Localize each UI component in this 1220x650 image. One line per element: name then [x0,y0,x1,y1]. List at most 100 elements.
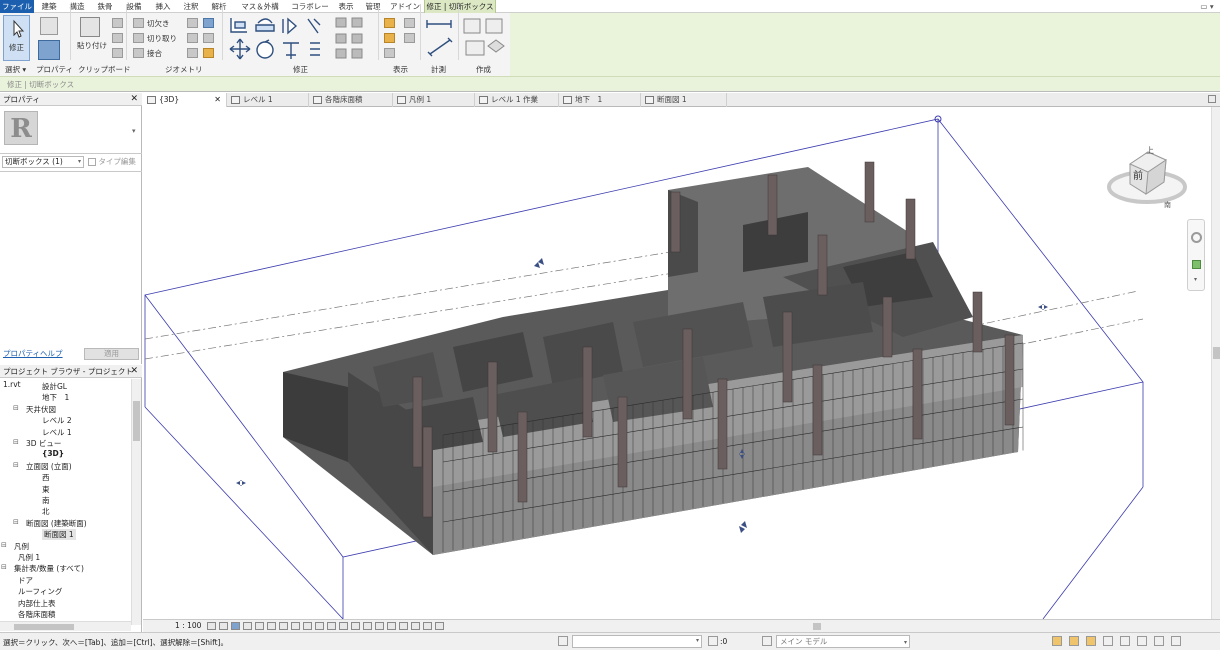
zoom-icon[interactable] [1192,260,1201,269]
geometry-tool-icon[interactable] [187,33,198,43]
view-control-icon[interactable] [255,622,264,630]
view-tab[interactable]: 断面図 1 [641,93,727,107]
paint-icon[interactable] [203,48,214,58]
apply-button[interactable]: 適用 [84,348,139,360]
chevron-down-icon[interactable]: ▾ [1194,276,1197,283]
design-option-dropdown[interactable]: メイン モデル ▾ [776,635,910,648]
tab-steel[interactable]: 鉄骨 [92,0,118,13]
tree-toggle-icon[interactable]: ⊟ [13,438,19,446]
view-control-icon[interactable] [207,622,216,630]
tab-annotate[interactable]: 注釈 [178,0,204,13]
tree-toggle-icon[interactable]: ⊟ [1,563,7,571]
view-control-icon[interactable] [279,622,288,630]
browser-tree-item[interactable]: 断面図 (建築断面) [26,518,87,529]
chevron-down-icon[interactable]: ▾ [132,127,136,135]
edit-type-button[interactable]: タイプ編集 [88,156,136,167]
filter-count-icon[interactable] [708,636,718,646]
paste-label[interactable]: 貼り付け [77,40,107,51]
viewcube[interactable]: 上 前 南 [1106,142,1188,212]
steering-wheel-icon[interactable] [1191,232,1202,243]
measure-icon[interactable] [424,16,456,60]
column[interactable] [905,198,916,260]
view-tab[interactable]: レベル 1 作業 [475,93,559,107]
geometry-tool-icon[interactable] [203,33,214,43]
workset-dropdown[interactable]: ▾ [572,635,702,648]
view-control-icon[interactable] [303,622,312,630]
tab-manage[interactable]: 管理 [360,0,386,13]
browser-tree-item[interactable]: 東 [42,484,50,495]
lightbulb-icon[interactable] [384,18,395,28]
column[interactable] [767,174,778,236]
close-icon[interactable]: ✕ [130,365,138,378]
browser-scrollbar[interactable] [131,379,141,625]
browser-tree-item[interactable]: 3D ビュー [26,438,61,449]
modify-tools-icons[interactable] [228,15,378,63]
instance-type-selector[interactable]: 切断ボックス (1) ▾ [2,156,84,168]
view-control-icon[interactable] [399,622,408,630]
column[interactable] [782,311,793,403]
cutoff-label[interactable]: 切り取り [147,33,177,44]
join-label[interactable]: 接合 [147,48,162,59]
selection-filter-icon[interactable] [1137,636,1147,646]
view-control-icon[interactable] [435,622,444,630]
properties-help-link[interactable]: プロパティヘルプ [3,348,63,359]
geometry-tool-icon[interactable] [187,48,198,58]
view-control-icon[interactable] [363,622,372,630]
scrollbar-thumb[interactable] [133,401,140,441]
cut-geometry-label[interactable]: 切欠き [147,18,170,29]
override-icon[interactable] [384,48,395,58]
tab-addins[interactable]: アドイン [388,0,422,13]
browser-tree-item[interactable]: レベル 1 [42,427,72,438]
view-control-icon[interactable] [315,622,324,630]
tab-systems[interactable]: 設備 [120,0,148,13]
join-icon[interactable] [133,48,144,58]
copy-icon[interactable] [112,33,123,43]
selection-filter-icon[interactable] [1069,636,1079,646]
view-control-icon[interactable] [387,622,396,630]
browser-tree-item[interactable]: 天井伏図 [26,404,56,415]
column[interactable] [912,348,923,440]
select-dropdown[interactable]: 選択 ▾ [5,64,26,75]
tree-toggle-icon[interactable]: ⊟ [13,518,19,526]
view-tab[interactable]: 地下 1 [559,93,641,107]
column[interactable] [1004,334,1015,426]
browser-tree-item[interactable]: 凡例 [14,541,29,552]
view-tab[interactable]: 各階床面積 [309,93,393,107]
column[interactable] [682,328,693,420]
column[interactable] [670,191,681,253]
view-control-icon[interactable] [423,622,432,630]
view-tab[interactable]: レベル 1 [227,93,309,107]
view-control-icon[interactable] [291,622,300,630]
view-control-icon[interactable] [231,622,240,630]
selection-filter-icon[interactable] [1171,636,1181,646]
geometry-tool-icon[interactable] [203,18,214,28]
linework-icon[interactable] [404,33,415,43]
view-tab[interactable]: 凡例 1 [393,93,475,107]
view-control-icon[interactable] [219,622,228,630]
building-model[interactable] [283,161,1024,555]
scrollbar-thumb[interactable] [1213,347,1220,359]
view-control-icon[interactable] [351,622,360,630]
scrollbar-thumb[interactable] [14,624,74,630]
browser-tree-item[interactable]: 南 [42,495,50,506]
cope-icon[interactable] [133,18,144,28]
tab-modify-section-box[interactable]: 修正 | 切断ボックス [424,0,496,13]
view-control-icon[interactable] [411,622,420,630]
tab-analyze[interactable]: 解析 [206,0,232,13]
tree-toggle-icon[interactable]: ⊟ [13,404,19,412]
tree-toggle-icon[interactable]: ⊟ [13,461,19,469]
close-icon[interactable]: ✕ [214,93,221,107]
column[interactable] [817,234,828,296]
browser-tree-item[interactable]: 凡例 1 [18,552,40,563]
browser-tree-item[interactable]: 地下 1 [42,392,69,403]
properties-icon[interactable] [38,40,60,60]
browser-tree-item[interactable]: 西 [42,472,50,483]
column[interactable] [517,411,528,503]
cut-icon[interactable] [112,18,123,28]
view-control-icon[interactable] [339,622,348,630]
create-tools-icons[interactable] [462,16,508,60]
view-control-icon[interactable] [375,622,384,630]
browser-tree-item[interactable]: 立面図 (立面) [26,461,72,472]
column[interactable] [864,161,875,223]
column[interactable] [717,378,728,470]
